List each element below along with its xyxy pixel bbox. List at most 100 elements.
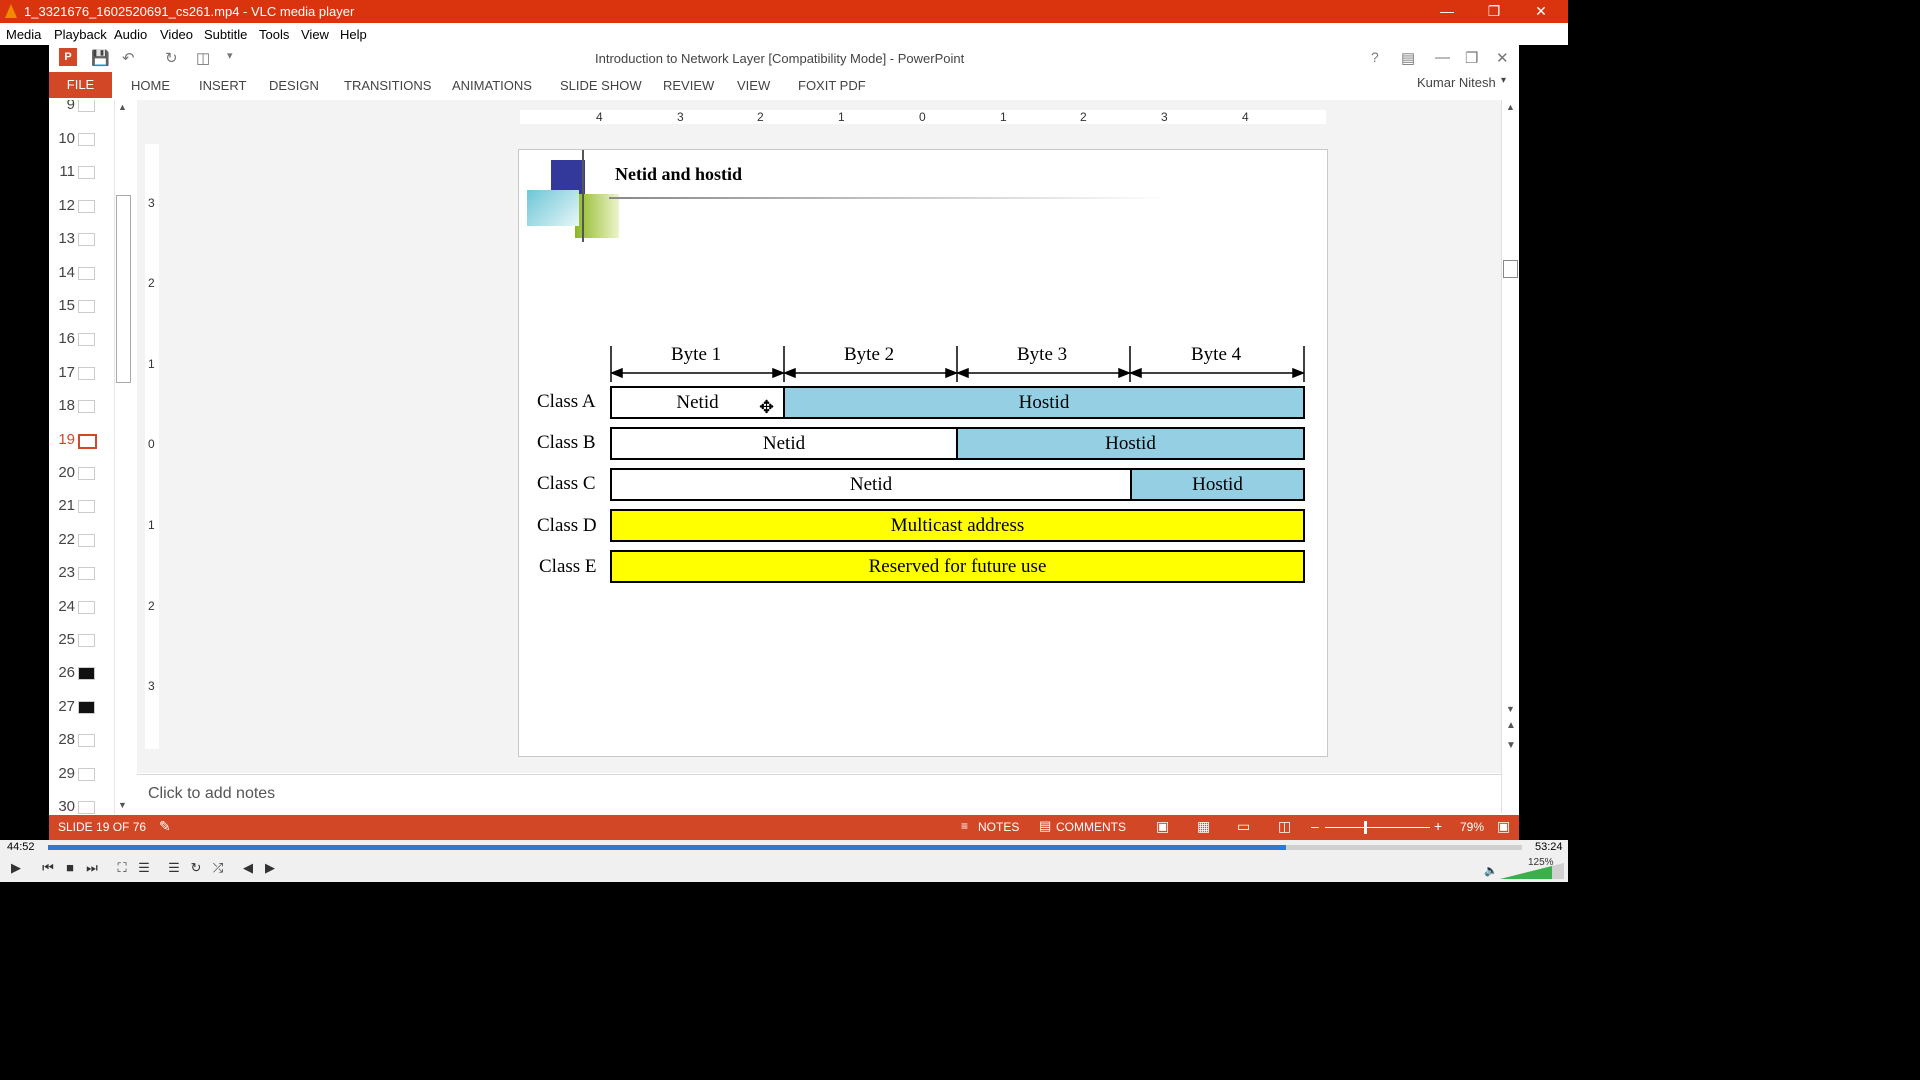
tab-home[interactable]: HOME [131,78,170,93]
ruler-label: 1 [148,357,155,371]
ruler-label: 4 [1242,110,1249,124]
menu-view[interactable]: View [301,27,329,42]
zoom-level[interactable]: 79% [1460,820,1484,834]
menu-audio[interactable]: Audio [114,27,147,42]
user-menu-chevron-icon[interactable]: ▾ [1501,75,1506,86]
thumbnail-number: 22 [58,531,75,548]
reading-view-icon[interactable]: ▭ [1237,818,1250,835]
thumbnail-number: 14 [58,264,75,281]
scroll-down-icon[interactable]: ▼ [118,800,127,810]
user-name[interactable]: Kumar Nitesh [1417,75,1496,90]
extended-settings-icon[interactable]: ☰ [134,859,154,877]
tab-review[interactable]: REVIEW [663,78,714,93]
frame-forward-icon[interactable]: ▶ [260,859,280,877]
notes-pane[interactable]: Click to add notes [137,774,1501,816]
menu-playback[interactable]: Playback [54,27,107,42]
vlc-seek-area: 44:52 53:24 [0,840,1568,855]
menu-subtitle[interactable]: Subtitle [204,27,247,42]
tab-file[interactable]: FILE [49,72,112,98]
previous-icon[interactable]: ⏮ [38,859,58,877]
zoom-slider-track[interactable] [1325,827,1430,828]
menu-tools[interactable]: Tools [259,27,289,42]
tab-animations[interactable]: ANIMATIONS [452,78,532,93]
normal-view-icon[interactable]: ▣ [1156,818,1169,835]
comments-button[interactable]: COMMENTS [1056,820,1126,834]
scroll-up-icon[interactable]: ▲ [1506,102,1515,112]
thumbnail-number: 11 [59,163,75,180]
ribbon-display-icon[interactable]: ▤ [1401,49,1415,67]
minimize-icon[interactable]: — [1424,0,1470,23]
seek-bar[interactable] [48,845,1522,850]
spelling-check-icon[interactable]: ✎ [159,818,171,835]
ruler-label: 4 [596,110,603,124]
document-title: Introduction to Network Layer [Compatibi… [595,51,965,66]
thumbnail-number: 9 [66,100,75,113]
stop-icon[interactable]: ■ [60,859,80,877]
tab-view[interactable]: VIEW [737,78,770,93]
notes-icon[interactable]: ≡ [961,819,968,833]
tab-insert[interactable]: INSERT [199,78,246,93]
thumbnail-scrollbar[interactable]: ▲ ▼ [114,100,131,815]
thumbnail-number: 26 [58,664,75,681]
play-icon[interactable]: ▶ [6,859,26,877]
slide-scroll-thumb[interactable] [1503,260,1518,278]
present-icon[interactable]: ◫ [196,49,210,67]
playlist-icon[interactable]: ☰ [164,859,184,877]
scroll-up-icon[interactable]: ▲ [118,102,127,112]
thumbnail-preview [78,233,95,246]
ruler-label: 1 [1000,110,1007,124]
thumbnail-preview [78,200,95,213]
thumbnail-scroll-thumb[interactable] [116,195,131,383]
ruler-label: 0 [919,110,926,124]
slide-editing-area: 4 3 2 1 0 1 2 3 4 3 2 1 0 1 2 3 Netid an… [137,100,1501,773]
thumbnail-number: 24 [58,598,75,615]
fit-to-window-icon[interactable]: ▣ [1497,818,1510,835]
loop-icon[interactable]: ↻ [186,859,206,877]
previous-slide-icon[interactable]: ▲ [1506,720,1516,731]
menu-video[interactable]: Video [160,27,193,42]
notes-button[interactable]: NOTES [978,820,1019,834]
fullscreen-icon[interactable]: ⛶ [112,859,132,877]
next-icon[interactable]: ⏭ [82,859,102,877]
thumbnail-number: 12 [58,197,75,214]
slide-sorter-icon[interactable]: ▦ [1197,818,1210,835]
thumbnail-number: 28 [58,731,75,748]
menu-help[interactable]: Help [340,27,367,42]
close-icon[interactable]: ✕ [1518,0,1564,23]
zoom-slider-thumb[interactable] [1364,821,1367,834]
slideshow-icon[interactable]: ◫ [1278,818,1291,835]
ruler-label: 2 [148,599,155,613]
restore-icon[interactable]: ❐ [1471,0,1517,23]
redo-icon[interactable]: ↻ [165,49,178,67]
zoom-out-icon[interactable]: – [1311,818,1319,834]
powerpoint-logo-icon: P [59,48,77,66]
tab-design[interactable]: DESIGN [269,78,319,93]
ppt-minimize-icon[interactable]: — [1435,49,1450,66]
notes-placeholder[interactable]: Click to add notes [148,785,275,803]
comments-icon[interactable]: ▤ [1039,818,1051,834]
volume-icon[interactable]: 🔈 [1481,862,1501,880]
menu-media[interactable]: Media [6,27,41,42]
tab-slide-show[interactable]: SLIDE SHOW [560,78,642,93]
scroll-down-icon[interactable]: ▼ [1506,704,1515,714]
ppt-restore-icon[interactable]: ❐ [1465,49,1478,67]
thumbnail-number: 10 [58,130,75,147]
volume-slider[interactable] [1500,863,1564,879]
shuffle-icon[interactable]: ⤮ [208,859,228,877]
ppt-close-icon[interactable]: ✕ [1496,49,1509,67]
help-icon[interactable]: ? [1371,49,1379,65]
ruler-label: 0 [148,437,155,451]
class-c-label: Class C [537,473,596,494]
zoom-in-icon[interactable]: + [1434,818,1442,834]
thumbnail-preview [78,133,95,146]
undo-icon[interactable]: ↶ [122,49,135,67]
frame-back-icon[interactable]: ◀ [238,859,258,877]
slide-vertical-scrollbar[interactable]: ▲ ▼ ▲ ▼ [1501,100,1519,813]
save-icon[interactable]: 💾 [91,49,110,67]
current-slide[interactable]: Netid and hostid Byte 1 Byte 2 Byte 3 By… [518,149,1328,757]
tab-transitions[interactable]: TRANSITIONS [344,78,431,93]
next-slide-icon[interactable]: ▼ [1506,740,1516,751]
customize-qat-icon[interactable]: ▾ [227,49,233,62]
tab-foxit-pdf[interactable]: FOXIT PDF [798,78,866,93]
thumbnail-preview [78,667,95,680]
